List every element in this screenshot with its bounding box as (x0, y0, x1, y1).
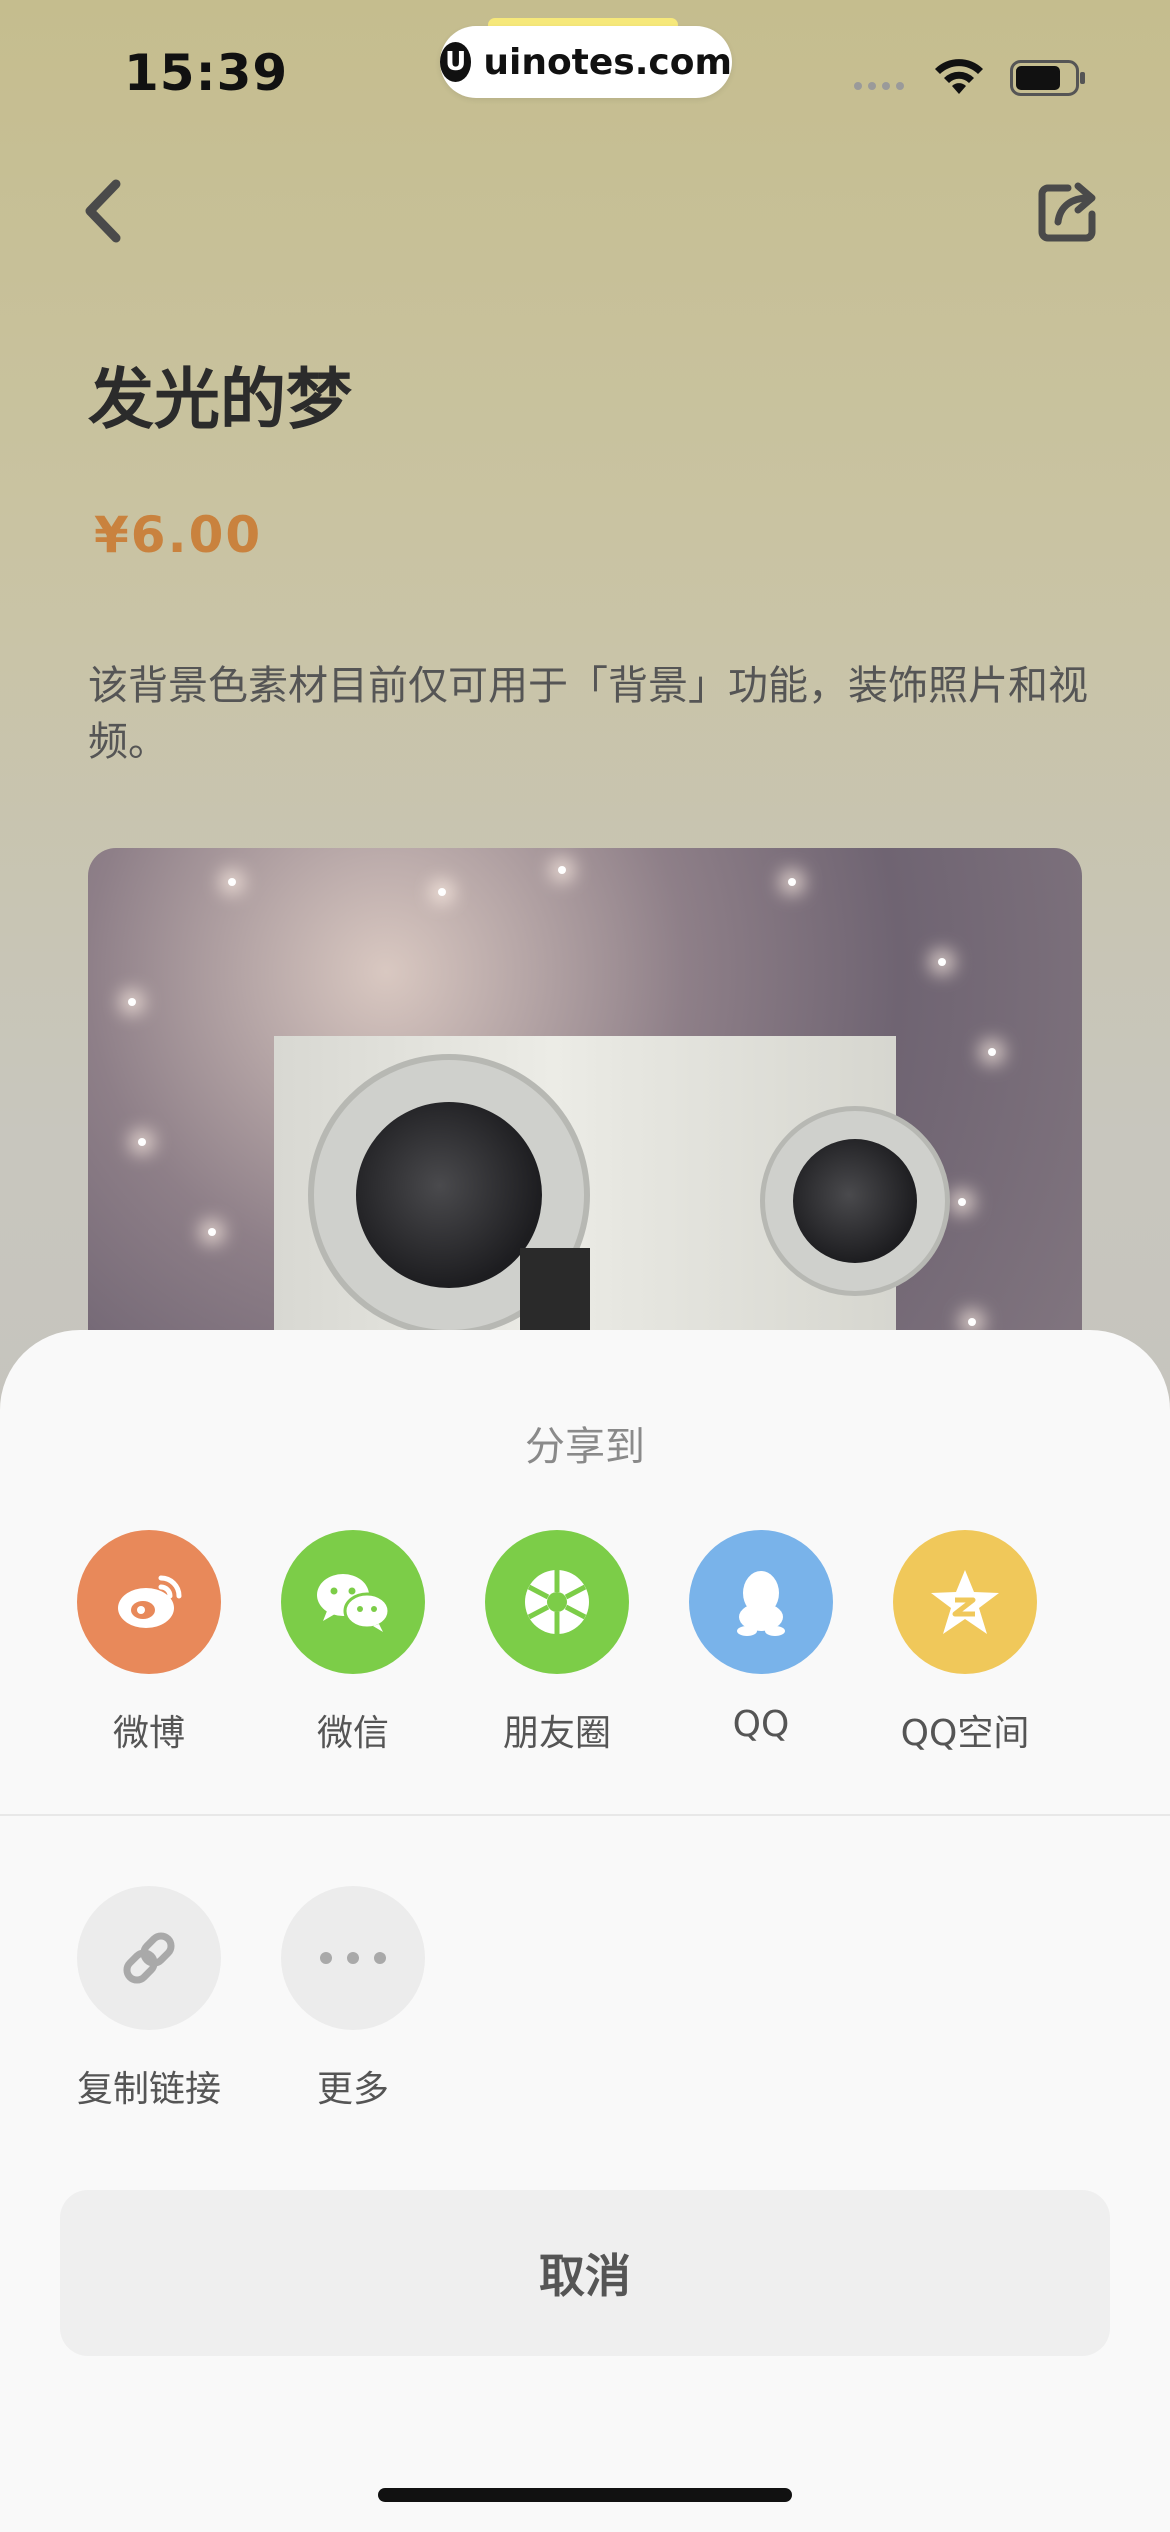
back-button[interactable] (74, 176, 134, 246)
share-sheet: 分享到 微博 微信 朋友圈 QQ QQ空间 复制链接 更多 取消 (0, 1330, 1170, 2532)
share-moments[interactable]: 朋友圈 (455, 1530, 659, 1756)
utility-actions-row: 复制链接 更多 (0, 1886, 1170, 2126)
qzone-icon (931, 1570, 999, 1634)
share-label: 朋友圈 (502, 1713, 611, 1754)
copy-link-button[interactable]: 复制链接 (47, 1886, 251, 2112)
price-label: ¥6.00 (94, 506, 263, 564)
utility-label: 更多 (316, 2069, 389, 2110)
link-icon (123, 1932, 175, 1984)
description-text: 该背景色素材目前仅可用于「背景」功能，装饰照片和视频。 (88, 663, 1088, 765)
share-sheet-title: 分享到 (525, 1424, 645, 1470)
status-time: 15:39 (124, 44, 289, 102)
moments-icon (525, 1570, 589, 1634)
utility-label: 复制链接 (76, 2069, 221, 2110)
wifi-icon (935, 59, 983, 94)
share-weibo[interactable]: 微博 (47, 1530, 251, 1756)
watermark-pill: U uinotes.com (440, 26, 732, 98)
wechat-icon (317, 1574, 391, 1632)
share-button[interactable] (1034, 176, 1104, 246)
home-indicator (378, 2488, 792, 2502)
battery-icon (1010, 60, 1085, 96)
more-button[interactable]: 更多 (251, 1886, 455, 2112)
page-title: 发光的梦 (88, 361, 352, 438)
cellular-signal-icon (854, 82, 904, 90)
share-wechat[interactable]: 微信 (251, 1530, 455, 1756)
share-targets-row: 微博 微信 朋友圈 QQ QQ空间 (0, 1530, 1170, 1770)
share-label: QQ (732, 1704, 790, 1745)
share-qzone[interactable]: QQ空间 (863, 1530, 1067, 1756)
qq-icon (737, 1571, 785, 1636)
status-bar: 15:39 U uinotes.com (0, 0, 1170, 140)
site-logo-icon: U (440, 42, 472, 82)
share-sheet-divider (0, 1814, 1170, 1816)
cancel-button[interactable]: 取消 (60, 2190, 1110, 2356)
share-label: 微信 (316, 1713, 389, 1754)
share-label: QQ空间 (900, 1713, 1030, 1754)
weibo-icon (118, 1575, 182, 1628)
site-name: uinotes.com (483, 41, 732, 83)
more-icon (320, 1952, 386, 1964)
share-qq[interactable]: QQ (659, 1530, 863, 1745)
share-label: 微博 (112, 1713, 185, 1754)
